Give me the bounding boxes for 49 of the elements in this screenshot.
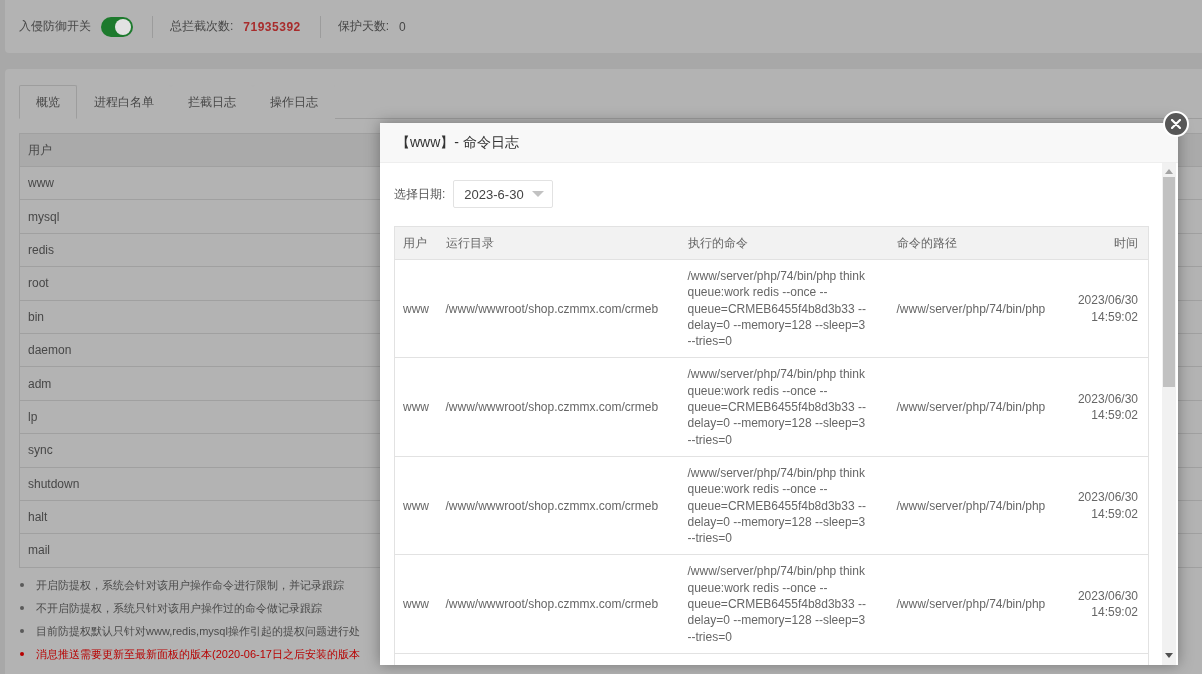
note-text: 不开启防提权，系统只针对该用户操作过的命令做记录跟踪	[36, 600, 322, 616]
table-cell: /www/server/php/74/bin/php think queue:work redis --once --queue=CRMEB6455f4b8d3b33 --delay=0 --memory=128 --sleep=3 --tries=0	[679, 358, 889, 457]
table-cell: /www/wwwroot/shop.czmmx.com/crmeb	[437, 554, 680, 654]
table-cell: www	[394, 259, 438, 358]
dialog-title: 【www】- 命令日志	[396, 133, 519, 152]
scrollbar-thumb[interactable]	[1163, 177, 1175, 387]
table-cell: /www/server/php/74/bin/php	[888, 456, 1068, 555]
table-cell: www	[394, 358, 438, 457]
caret-icon	[532, 191, 545, 197]
table-cell: /www/server/php/74/bin/php think queue:work redis --once --queue=CRMEB6455f4b8d3b33 --delay=0 --memory=128 --sleep=3 --tries=0	[679, 554, 889, 654]
bullet-icon	[20, 652, 24, 657]
table-cell: 2023/06/30 14:59:02	[1067, 456, 1149, 555]
table-cell: /www/wwwroot/shop.czmmx.com/crmeb	[437, 358, 680, 457]
bullet-icon	[20, 629, 24, 634]
date-label: 选择日期:	[394, 185, 446, 203]
table-cell: /www/server/php/74/bin/php	[888, 554, 1068, 654]
scrollbar[interactable]	[1162, 163, 1176, 665]
stat-value: 71935392	[243, 19, 301, 34]
table-cell: /www/server/php/74/bin/php	[888, 259, 1068, 358]
stat-label: 保护天数:	[337, 18, 390, 35]
table-cell: /www/server/php/74/bin/php	[888, 358, 1068, 457]
bullet-icon	[20, 606, 24, 611]
column-header: 命令的路径	[888, 226, 1068, 260]
table-cell: /www/server/php/74/bin/php think queue:work redis --once --queue=CRMEB6455f4b8d3b33 --delay=0 --memory=128 --sleep=3 --tries=0	[679, 259, 889, 358]
stat-value: 0	[399, 19, 406, 34]
scroll-down-icon[interactable]	[1165, 653, 1173, 658]
table-cell: 2023/06/30 14:59:02	[1067, 358, 1149, 457]
table-cell: /www/wwwroot/shop.czmmx.com/crmeb	[437, 259, 680, 358]
note-text: 目前防提权默认只针对www,redis,mysql操作引起的提权问题进行处	[36, 623, 360, 639]
bullet-icon	[20, 583, 24, 588]
note-text: 开启防提权，系统会针对该用户操作命令进行限制，并记录跟踪	[36, 577, 344, 593]
switch-label: 入侵防御开关	[19, 18, 91, 35]
scroll-up-icon[interactable]	[1165, 169, 1173, 174]
stat-label: 总拦截次数:	[170, 18, 234, 35]
table-cell: 2023/06/30 14:59:02	[1067, 259, 1149, 358]
column-header: 执行的命令	[679, 226, 889, 260]
column-header: 用户	[394, 226, 438, 260]
table-cell: /www/wwwroot/shop.czmmx.com/crmeb	[437, 456, 680, 555]
table-cell: /www/server/php/74/bin/php think queue:work redis --once --queue=CRMEB6455f4b8d3b33 --delay=0 --memory=128 --sleep=3 --tries=0	[679, 456, 889, 555]
column-header: 时间	[1067, 226, 1149, 260]
table-cell: www	[394, 554, 438, 654]
table-cell: 2023/06/30 14:59:02	[1067, 554, 1149, 654]
column-header: 运行目录	[437, 226, 680, 260]
close-icon	[1171, 119, 1181, 129]
table-cell: www	[394, 456, 438, 555]
toggle-switch[interactable]	[101, 16, 133, 37]
note-text: 消息推送需要更新至最新面板的版本(2020-06-17日之后安装的版本	[36, 646, 360, 662]
date-select[interactable]: 2023-6-30	[453, 180, 554, 208]
tab[interactable]: 概览	[19, 85, 77, 119]
